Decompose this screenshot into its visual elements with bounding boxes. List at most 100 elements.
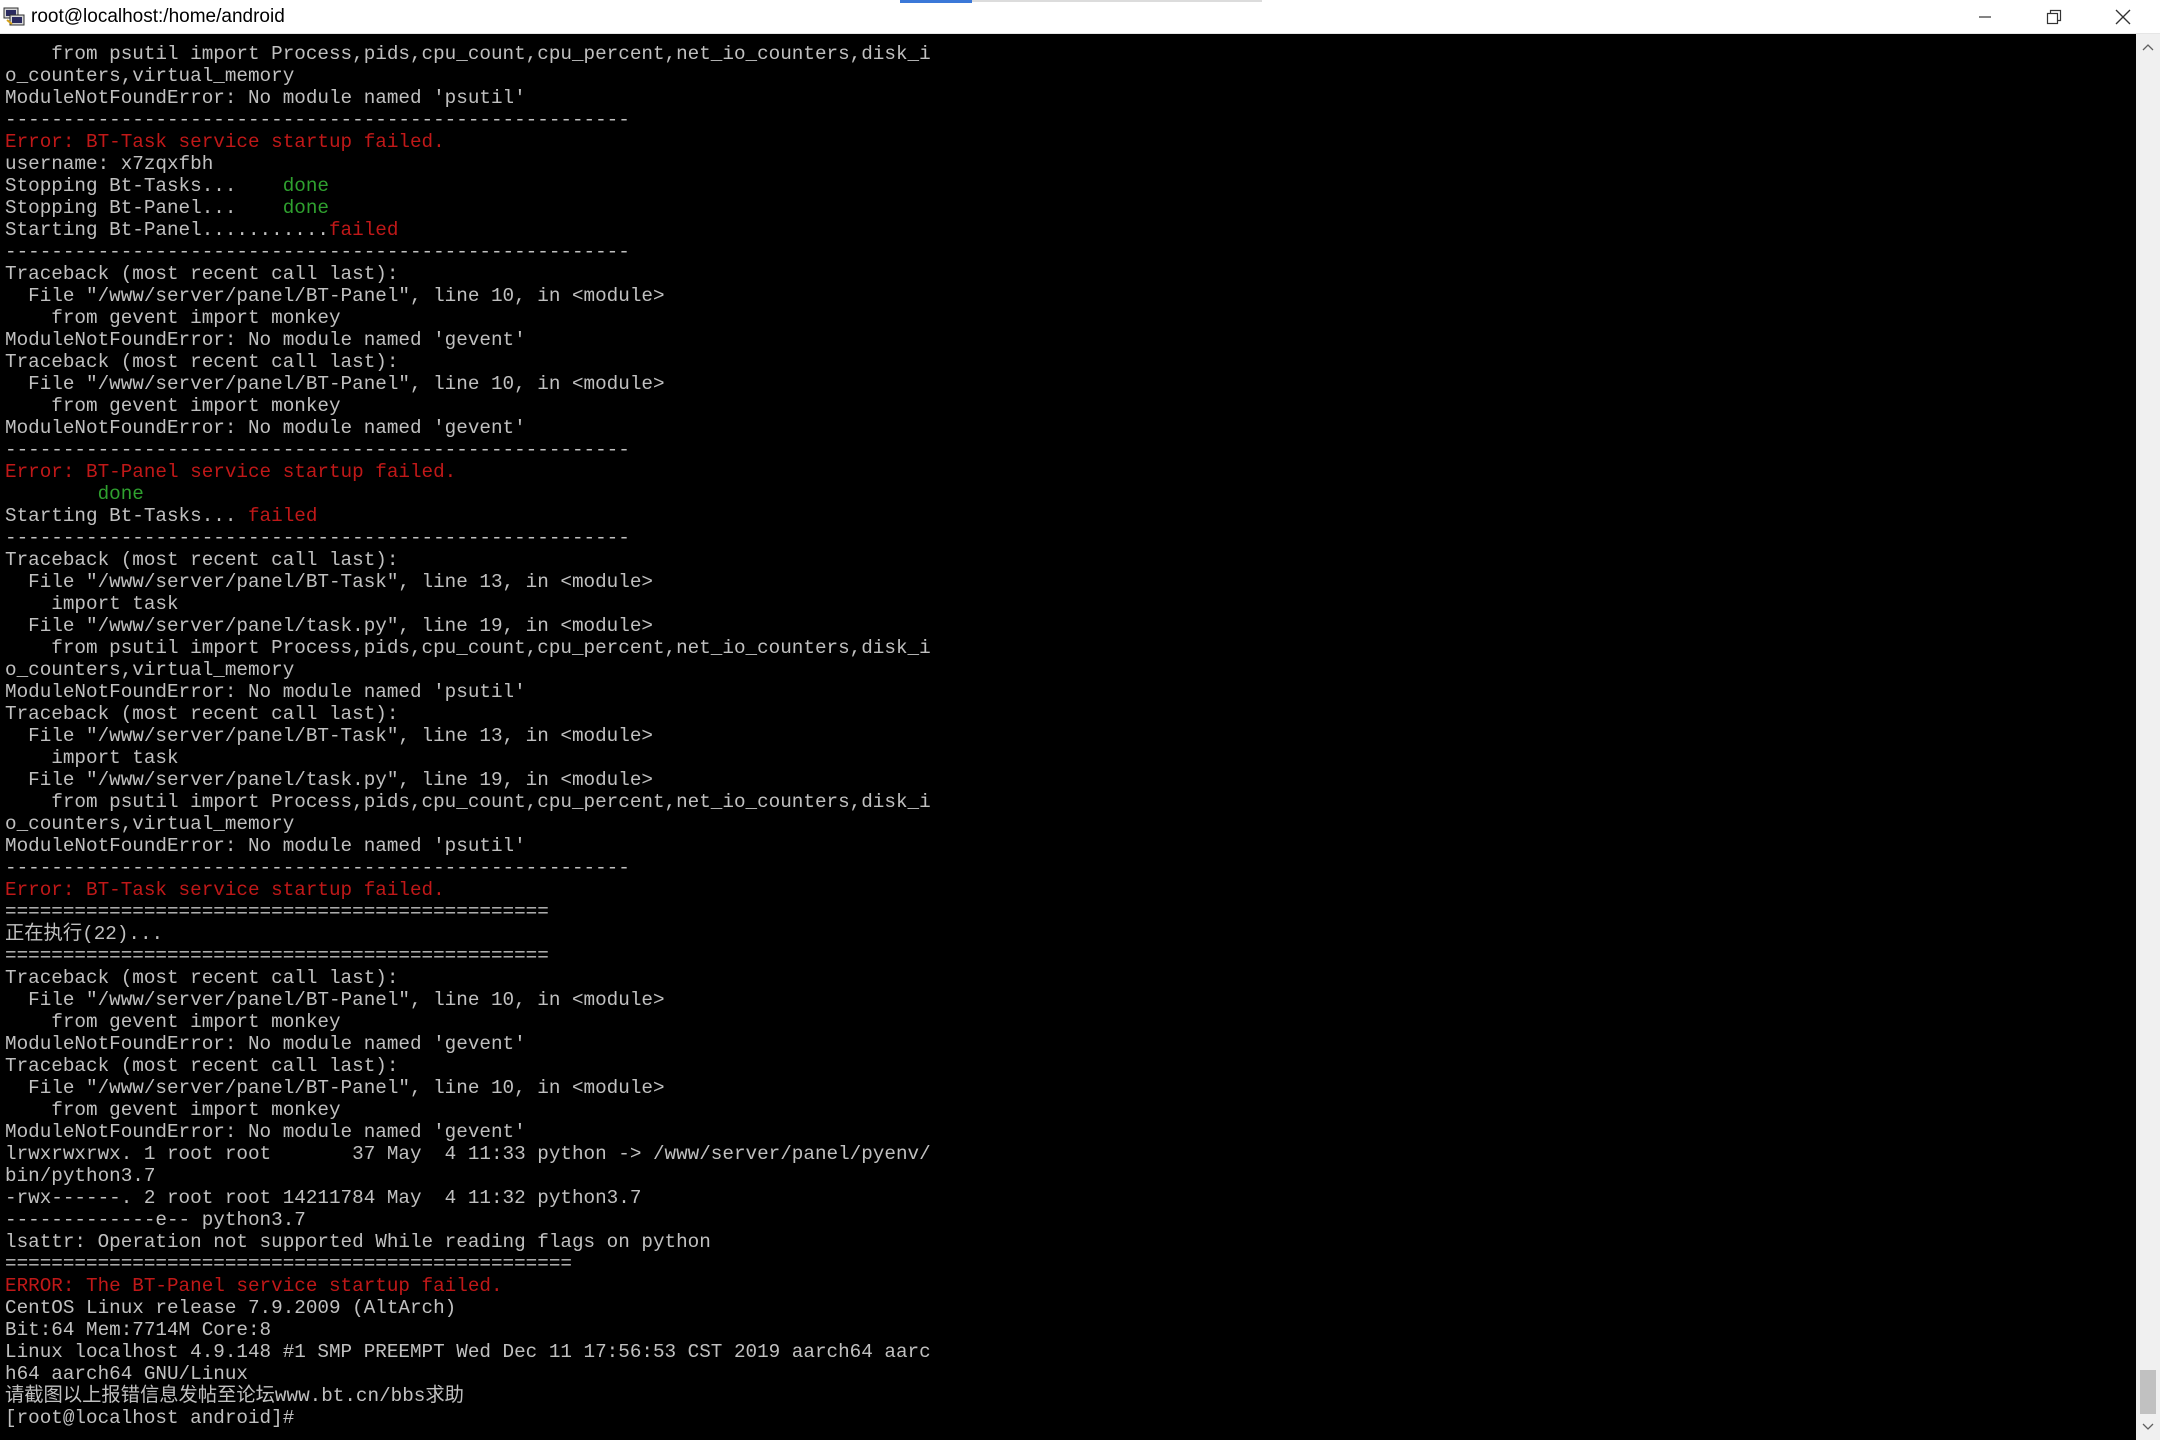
terminal-line: from gevent import monkey bbox=[5, 1011, 931, 1033]
terminal-line: ModuleNotFoundError: No module named 'ps… bbox=[5, 835, 931, 857]
terminal-line: File "/www/server/panel/BT-Panel", line … bbox=[5, 373, 931, 395]
terminal-text: File "/www/server/panel/BT-Panel", line … bbox=[5, 989, 665, 1011]
terminal-text: File "/www/server/panel/BT-Panel", line … bbox=[5, 373, 665, 395]
terminal-line: Stopping Bt-Tasks... done bbox=[5, 175, 931, 197]
terminal-line: lsattr: Operation not supported While re… bbox=[5, 1231, 931, 1253]
scroll-down-arrow-icon bbox=[2142, 1418, 2154, 1436]
terminal-line: done bbox=[5, 483, 931, 505]
terminal-text: 请截图以上报错信息发帖至论坛www.bt.cn/bbs求助 bbox=[5, 1385, 464, 1407]
putty-terminal-icon[interactable] bbox=[3, 7, 25, 27]
terminal-text: h64 aarch64 GNU/Linux bbox=[5, 1363, 248, 1385]
scroll-down-button[interactable] bbox=[2136, 1416, 2160, 1438]
terminal-line: from gevent import monkey bbox=[5, 395, 931, 417]
error-text: ERROR: The BT-Panel service startup fail… bbox=[5, 1275, 503, 1297]
terminal-line: o_counters,virtual_memory bbox=[5, 813, 931, 835]
minimize-button[interactable] bbox=[1950, 0, 2019, 33]
terminal-text: from psutil import Process,pids,cpu_coun… bbox=[5, 43, 931, 65]
terminal-text: Traceback (most recent call last): bbox=[5, 1055, 399, 1077]
scroll-up-button[interactable] bbox=[2136, 36, 2160, 58]
terminal-text: File "/www/server/panel/BT-Task", line 1… bbox=[5, 725, 653, 747]
terminal-text: ========================================… bbox=[5, 945, 549, 967]
terminal-line: Bit:64 Mem:7714M Core:8 bbox=[5, 1319, 931, 1341]
terminal-text: Starting Bt-Panel........... bbox=[5, 219, 329, 241]
terminal-text: ----------------------------------------… bbox=[5, 857, 630, 879]
terminal-line: h64 aarch64 GNU/Linux bbox=[5, 1363, 931, 1385]
terminal-line: o_counters,virtual_memory bbox=[5, 659, 931, 681]
terminal-line: o_counters,virtual_memory bbox=[5, 65, 931, 87]
restore-button[interactable] bbox=[2019, 0, 2088, 33]
scroll-thumb[interactable] bbox=[2140, 1370, 2156, 1414]
terminal-line: 正在执行(22)... bbox=[5, 923, 931, 945]
terminal-text: [root@localhost android]# bbox=[5, 1407, 306, 1429]
terminal-line: Traceback (most recent call last): bbox=[5, 1055, 931, 1077]
terminal-line: bin/python3.7 bbox=[5, 1165, 931, 1187]
terminal-line: Starting Bt-Tasks... failed bbox=[5, 505, 931, 527]
terminal-text: bin/python3.7 bbox=[5, 1165, 156, 1187]
terminal-text: from gevent import monkey bbox=[5, 395, 341, 417]
terminal-line: Stopping Bt-Panel... done bbox=[5, 197, 931, 219]
terminal-text: File "/www/server/panel/task.py", line 1… bbox=[5, 769, 653, 791]
terminal-text: lsattr: Operation not supported While re… bbox=[5, 1231, 711, 1253]
terminal-line: ModuleNotFoundError: No module named 'ge… bbox=[5, 417, 931, 439]
terminal-text: ----------------------------------------… bbox=[5, 527, 630, 549]
terminal-line: File "/www/server/panel/BT-Task", line 1… bbox=[5, 571, 931, 593]
terminal-line: import task bbox=[5, 747, 931, 769]
minimize-icon bbox=[1978, 10, 1992, 24]
status-done-text: done bbox=[97, 483, 144, 505]
vertical-scrollbar[interactable] bbox=[2136, 34, 2160, 1440]
terminal-text: File "/www/server/panel/BT-Panel", line … bbox=[5, 1077, 665, 1099]
terminal-line: ModuleNotFoundError: No module named 'ps… bbox=[5, 681, 931, 703]
terminal-line: Error: BT-Task service startup failed. bbox=[5, 879, 931, 901]
terminal-line: Starting Bt-Panel...........failed bbox=[5, 219, 931, 241]
terminal-line: import task bbox=[5, 593, 931, 615]
title-bar[interactable]: root@localhost:/home/android bbox=[0, 0, 2160, 34]
close-button[interactable] bbox=[2088, 0, 2157, 33]
terminal-line: File "/www/server/panel/BT-Task", line 1… bbox=[5, 725, 931, 747]
window-title: root@localhost:/home/android bbox=[31, 6, 285, 27]
terminal-text: ModuleNotFoundError: No module named 'ps… bbox=[5, 87, 526, 109]
terminal-text: File "/www/server/panel/BT-Task", line 1… bbox=[5, 571, 653, 593]
terminal-line: ========================================… bbox=[5, 945, 931, 967]
error-text: Error: BT-Panel service startup failed. bbox=[5, 461, 457, 483]
terminal-text: File "/www/server/panel/BT-Panel", line … bbox=[5, 285, 665, 307]
terminal-line: ----------------------------------------… bbox=[5, 241, 931, 263]
terminal-text: ModuleNotFoundError: No module named 'ps… bbox=[5, 681, 526, 703]
terminal-window: root@localhost:/home/android from psutil… bbox=[0, 0, 2160, 1440]
terminal-line: Linux localhost 4.9.148 #1 SMP PREEMPT W… bbox=[5, 1341, 931, 1363]
terminal-output[interactable]: from psutil import Process,pids,cpu_coun… bbox=[0, 34, 2136, 1440]
terminal-line: Error: BT-Task service startup failed. bbox=[5, 131, 931, 153]
terminal-text: o_counters,virtual_memory bbox=[5, 813, 295, 835]
terminal-line: Traceback (most recent call last): bbox=[5, 351, 931, 373]
terminal-text: -rwx------. 2 root root 14211784 May 4 1… bbox=[5, 1187, 642, 1209]
terminal-text: File "/www/server/panel/task.py", line 1… bbox=[5, 615, 653, 637]
terminal-line: ----------------------------------------… bbox=[5, 857, 931, 879]
terminal-line: ModuleNotFoundError: No module named 'ge… bbox=[5, 1121, 931, 1143]
terminal-line: CentOS Linux release 7.9.2009 (AltArch) bbox=[5, 1297, 931, 1319]
terminal-text: from gevent import monkey bbox=[5, 1011, 341, 1033]
terminal-line: from psutil import Process,pids,cpu_coun… bbox=[5, 791, 930, 813]
terminal-line: ========================================… bbox=[5, 901, 931, 923]
terminal-line: ----------------------------------------… bbox=[5, 439, 931, 461]
terminal-text: o_counters,virtual_memory bbox=[5, 659, 295, 681]
status-done-text: done bbox=[282, 197, 329, 219]
taskbar-track bbox=[972, 0, 1262, 2]
terminal-text: Traceback (most recent call last): bbox=[5, 967, 399, 989]
terminal-text: ----------------------------------------… bbox=[5, 241, 630, 263]
terminal-line: ModuleNotFoundError: No module named 'ge… bbox=[5, 1033, 931, 1055]
status-done-text: done bbox=[282, 175, 329, 197]
terminal-cursor bbox=[306, 1407, 317, 1426]
error-text: Error: BT-Task service startup failed. bbox=[5, 879, 445, 901]
terminal-text: Starting Bt-Tasks... bbox=[5, 505, 248, 527]
terminal-text: 正在执行(22)... bbox=[5, 923, 164, 945]
terminal-text: import task bbox=[5, 593, 179, 615]
terminal-text: ModuleNotFoundError: No module named 'ps… bbox=[5, 835, 526, 857]
terminal-text: from gevent import monkey bbox=[5, 307, 341, 329]
taskbar-highlight bbox=[900, 0, 972, 3]
terminal-line: File "/www/server/panel/task.py", line 1… bbox=[5, 615, 931, 637]
terminal-text: from psutil import Process,pids,cpu_coun… bbox=[5, 637, 931, 659]
close-icon bbox=[2115, 9, 2131, 25]
terminal-text: Bit:64 Mem:7714M Core:8 bbox=[5, 1319, 272, 1341]
terminal-text: ========================================… bbox=[5, 901, 549, 923]
terminal-line: Traceback (most recent call last): bbox=[5, 967, 931, 989]
terminal-text: Stopping Bt-Panel... bbox=[5, 197, 283, 219]
